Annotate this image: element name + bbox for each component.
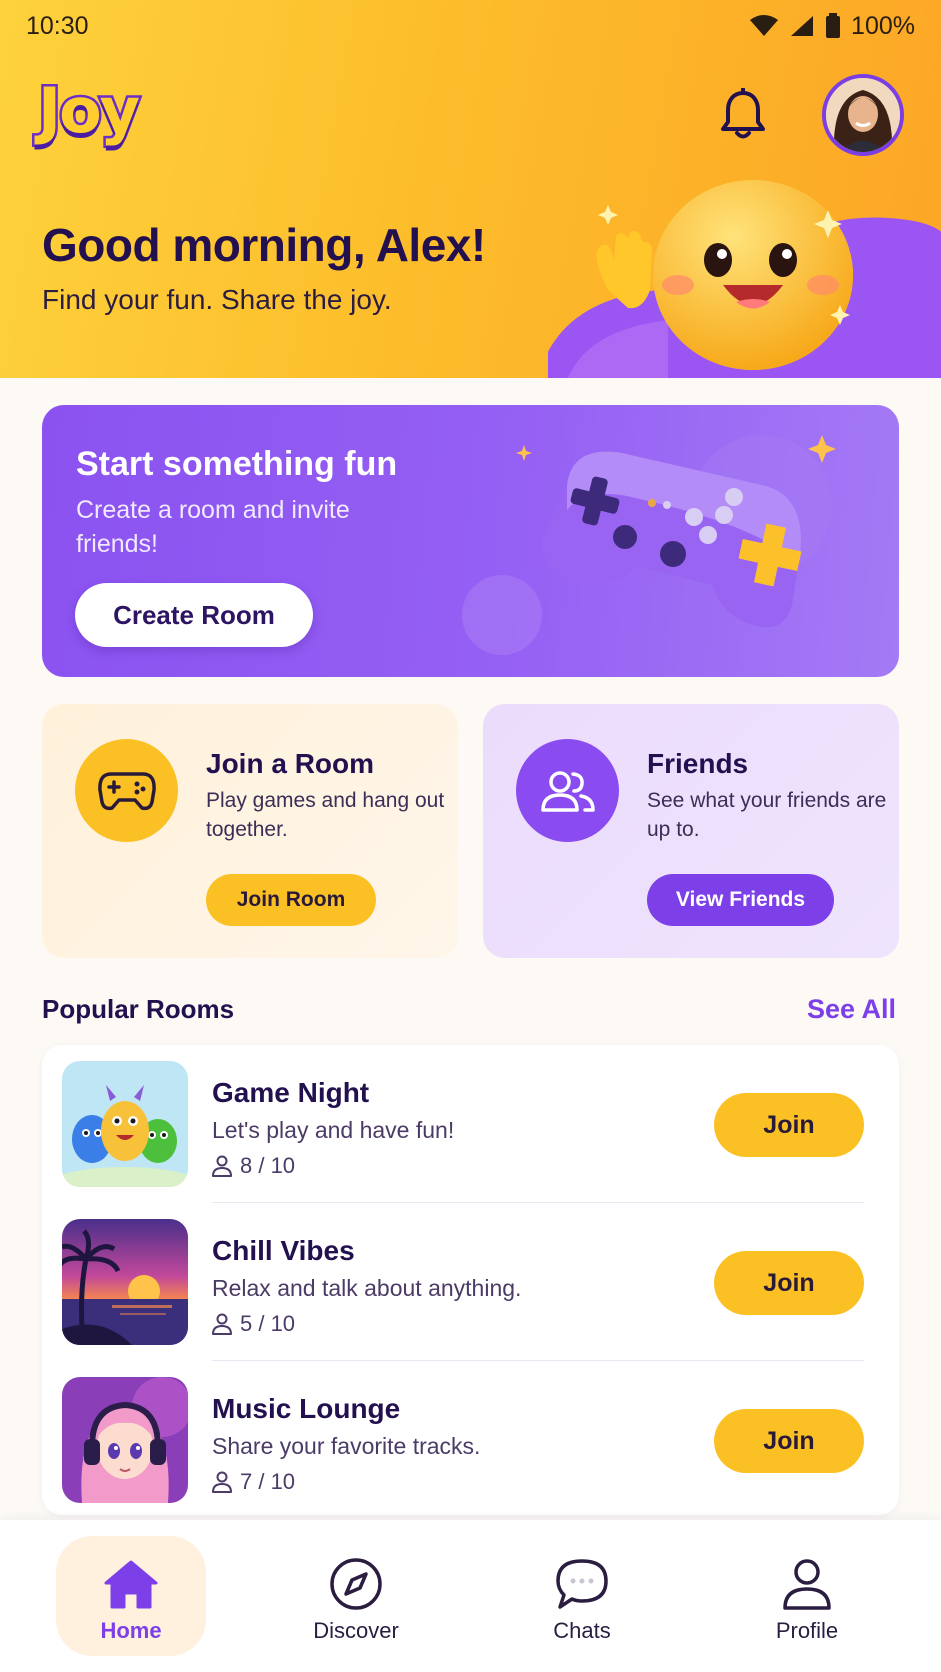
nav-label-discover: Discover (313, 1618, 399, 1643)
compass-icon (330, 1558, 382, 1610)
music-lounge-thumbnail (62, 1377, 188, 1503)
create-card-subtitle: Create a room and invite friends! (76, 496, 350, 558)
header: 10:30 100% Joy Good morning, Alex! Find … (0, 0, 941, 378)
join-room-button[interactable]: Join Room (206, 874, 376, 926)
gamepad-icon (97, 771, 156, 810)
join-room-title: Join a Room (206, 748, 375, 779)
nav-item-profile[interactable]: Profile (732, 1536, 882, 1656)
user-photo (826, 78, 900, 152)
popular-rooms-title: Popular Rooms (42, 994, 235, 1024)
room-count-text: 5 / 10 (240, 1311, 296, 1336)
status-time: 10:30 (26, 11, 89, 40)
wifi-icon (750, 15, 779, 36)
see-all-link[interactable]: See All (790, 994, 896, 1025)
create-room-button[interactable]: Create Room (75, 583, 313, 647)
room-count-text: 8 / 10 (240, 1153, 296, 1178)
room-member-count: 5 / 10 (212, 1311, 295, 1337)
nav-item-home[interactable]: Home (56, 1536, 206, 1656)
join-room-card: Join a Room Play games and hang out toge… (42, 704, 458, 958)
chill-vibes-thumbnail (62, 1219, 188, 1345)
gamepad-illustration (462, 435, 836, 655)
joy-logo: Joy (35, 74, 142, 147)
room-name: Game Night (212, 1077, 370, 1108)
room-item-chill-vibes[interactable]: Chill Vibes Relax and talk about anythin… (42, 1203, 899, 1361)
game-night-thumbnail (62, 1061, 188, 1187)
nav-label-chats: Chats (553, 1618, 611, 1643)
friends-icon (540, 770, 595, 812)
nav-label-profile: Profile (775, 1618, 839, 1643)
home-icon (104, 1560, 158, 1609)
bottom-navigation: Home Discover Chats Profile (0, 1520, 941, 1672)
room-item-music-lounge[interactable]: Music Lounge Share your favorite tracks.… (42, 1361, 899, 1519)
person-icon (212, 1313, 232, 1335)
join-game-night-button[interactable]: Join (714, 1093, 864, 1157)
room-thumbnail (62, 1219, 188, 1345)
nav-item-chats[interactable]: Chats (507, 1536, 657, 1656)
bell-icon (721, 88, 765, 139)
status-bar: 10:30 100% (0, 0, 941, 52)
room-member-count: 8 / 10 (212, 1153, 295, 1179)
nav-item-discover[interactable]: Discover (281, 1536, 431, 1656)
friends-icon-badge (516, 739, 619, 842)
room-thumbnail (62, 1061, 188, 1187)
room-name: Chill Vibes (212, 1235, 355, 1266)
friends-title: Friends (647, 748, 749, 779)
join-music-lounge-button[interactable]: Join (714, 1409, 864, 1473)
friends-description: See what your friends are up to. (647, 789, 887, 841)
room-count-text: 7 / 10 (240, 1469, 296, 1494)
room-name: Music Lounge (212, 1393, 401, 1424)
room-description: Relax and talk about anything. (212, 1275, 522, 1301)
signal-icon (791, 16, 814, 36)
status-indicators: 100% (749, 12, 915, 41)
battery-percent: 100% (851, 11, 915, 40)
chat-bubble-icon (556, 1559, 608, 1609)
create-room-card: Start something fun Create a room and in… (42, 405, 899, 677)
room-member-count: 7 / 10 (212, 1469, 295, 1495)
room-item-game-night[interactable]: Game Night Let's play and have fun! 8 / … (42, 1045, 899, 1203)
profile-avatar[interactable] (822, 74, 904, 156)
greeting-tagline: Find your fun. Share the joy. (42, 284, 392, 315)
person-icon (783, 1559, 831, 1610)
greeting-title: Good morning, Alex! (42, 219, 486, 271)
room-description: Let's play and have fun! (212, 1117, 455, 1143)
person-icon (212, 1155, 232, 1177)
nav-label-home: Home (100, 1618, 162, 1643)
join-chill-vibes-button[interactable]: Join (714, 1251, 864, 1315)
view-friends-button[interactable]: View Friends (647, 874, 834, 926)
battery-icon (826, 13, 841, 38)
room-description: Share your favorite tracks. (212, 1433, 481, 1459)
create-card-title: Start something fun (76, 445, 398, 483)
join-room-description: Play games and hang out together. (206, 789, 445, 841)
popular-rooms-list: Game Night Let's play and have fun! 8 / … (42, 1045, 899, 1515)
notifications-button[interactable] (712, 84, 774, 146)
join-room-icon-badge (75, 739, 178, 842)
mascot-illustration (548, 180, 941, 378)
friends-card: Friends See what your friends are up to.… (483, 704, 899, 958)
room-thumbnail (62, 1377, 188, 1503)
person-icon (212, 1471, 232, 1493)
